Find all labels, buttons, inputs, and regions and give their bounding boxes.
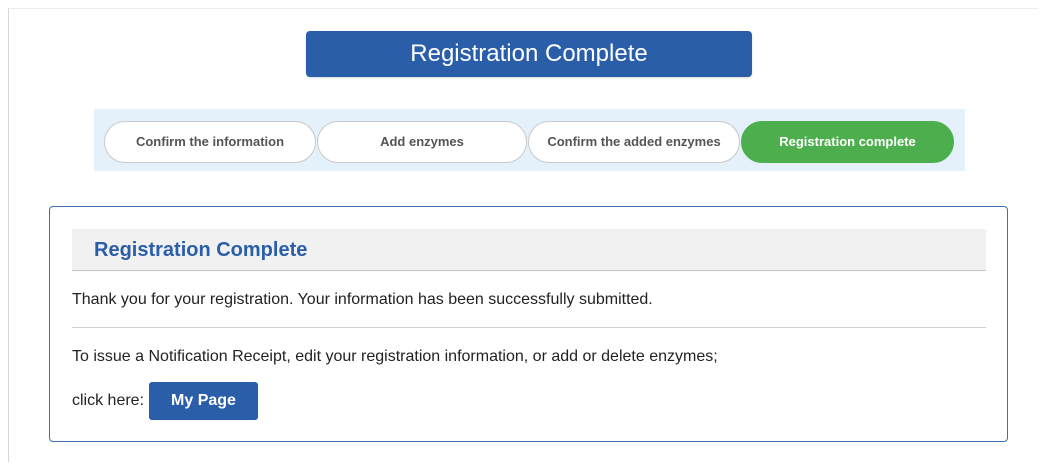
instruction-text: To issue a Notification Receipt, edit yo… <box>72 348 718 365</box>
completion-panel: Registration Complete Thank you for your… <box>49 206 1008 442</box>
my-page-row: click here: My Page <box>72 382 258 420</box>
step-confirm-added-enzymes: Confirm the added enzymes <box>528 121 740 163</box>
progress-steps: Confirm the information Add enzymes Conf… <box>94 109 965 171</box>
step-confirm-information: Confirm the information <box>104 121 316 163</box>
panel-header: Registration Complete <box>72 229 986 271</box>
panel-title: Registration Complete <box>94 239 308 261</box>
click-here-label: click here: <box>72 392 145 409</box>
my-page-button[interactable]: My Page <box>149 382 258 420</box>
divider <box>72 327 986 328</box>
step-add-enzymes: Add enzymes <box>317 121 527 163</box>
page-title: Registration Complete <box>306 31 752 77</box>
success-message: Thank you for your registration. Your in… <box>72 291 653 308</box>
step-registration-complete: Registration complete <box>741 121 954 163</box>
